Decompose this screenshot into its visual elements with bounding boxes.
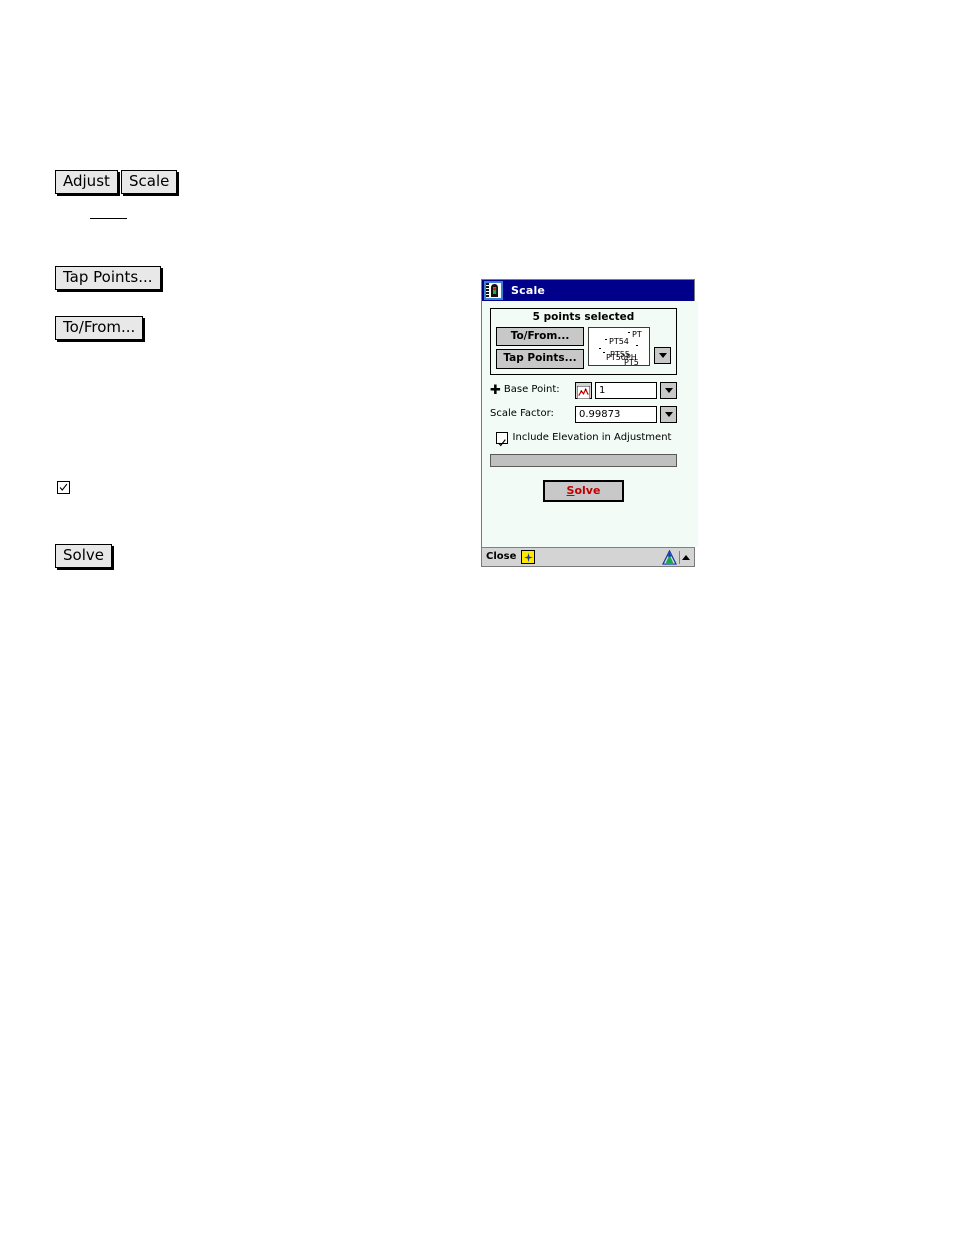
point-marker	[599, 347, 601, 350]
points-preview-thumbnail[interactable]: PT PT54 PT55 PT50PH PT5	[588, 326, 650, 366]
solve-button[interactable]: Solve	[542, 479, 625, 502]
points-selected-label: 5 points selected	[532, 311, 635, 323]
survey-triangle-icon[interactable]	[662, 549, 677, 565]
annotation-checkbox[interactable]	[57, 481, 70, 494]
tap-points-button-label: Tap Points...	[503, 352, 577, 365]
app-scale-icon	[484, 281, 503, 300]
annotation-rule	[90, 218, 127, 219]
annotation-button-label: To/From...	[63, 318, 136, 336]
include-elevation-row[interactable]: Include Elevation in Adjustment	[490, 431, 677, 446]
base-point-label: Base Point:	[503, 384, 560, 396]
statusbar-divider	[679, 550, 680, 564]
window-title: Scale	[511, 284, 546, 297]
checkmark-icon	[59, 483, 68, 491]
base-point-pick-button[interactable]	[575, 381, 592, 399]
points-group: 5 points selected To/From... Tap Points.…	[490, 308, 677, 375]
solve-progress-bar	[490, 453, 677, 467]
base-point-row: ✚ Base Point: 1	[490, 381, 677, 399]
annotation-button-label: Adjust	[63, 172, 110, 190]
point-label: PT5	[624, 357, 639, 366]
annotation-button-scale[interactable]: Scale	[121, 170, 178, 194]
tap-points-button[interactable]: Tap Points...	[496, 349, 584, 369]
map-pick-icon	[576, 385, 591, 399]
close-button[interactable]: Close	[486, 552, 516, 562]
chevron-down-icon	[664, 387, 673, 393]
point-marker	[605, 338, 607, 341]
scale-dialog-window: Scale 5 points selected To/From... Tap P…	[481, 279, 698, 567]
solve-button-label: olve	[574, 483, 601, 497]
window-titlebar: Scale	[482, 280, 694, 301]
annotation-button-tap-points[interactable]: Tap Points...	[55, 266, 161, 290]
point-label: PT54	[609, 336, 629, 346]
checkmark-icon	[497, 438, 506, 446]
annotation-button-label: Tap Points...	[63, 268, 153, 286]
chevron-down-icon	[658, 352, 667, 358]
point-label: PT	[632, 329, 642, 339]
annotation-button-label: Solve	[63, 546, 104, 564]
base-point-input[interactable]: 1	[595, 381, 657, 399]
scale-factor-dropdown-button[interactable]	[660, 405, 677, 423]
chevron-down-icon	[664, 411, 673, 417]
include-elevation-checkbox[interactable]	[495, 431, 508, 446]
window-client-area: 5 points selected To/From... Tap Points.…	[482, 301, 698, 547]
point-marker	[636, 344, 638, 347]
vertical-scrollbar[interactable]	[685, 301, 698, 547]
include-elevation-label: Include Elevation in Adjustment	[512, 431, 672, 443]
scale-factor-label: Scale Factor:	[490, 408, 554, 420]
annotation-button-to-from[interactable]: To/From...	[55, 316, 144, 340]
annotation-button-label: Scale	[129, 172, 170, 190]
scale-factor-input[interactable]: 0.99873	[575, 405, 657, 423]
annotation-button-solve[interactable]: Solve	[55, 544, 112, 568]
window-statusbar: Close	[482, 547, 694, 566]
to-from-button[interactable]: To/From...	[496, 326, 584, 347]
base-point-dropdown-button[interactable]	[660, 381, 677, 399]
points-dropdown-button[interactable]	[654, 346, 671, 364]
chevron-up-icon[interactable]	[682, 554, 690, 560]
point-marker	[628, 331, 630, 334]
point-marker	[603, 351, 605, 354]
to-from-button-label: To/From...	[510, 329, 570, 342]
sparkle-glyph	[523, 552, 533, 562]
annotation-button-adjust[interactable]: Adjust	[55, 170, 118, 194]
plus-icon: ✚	[490, 382, 501, 398]
sparkle-icon[interactable]	[521, 550, 536, 564]
scale-factor-row: Scale Factor: 0.99873	[490, 405, 677, 423]
